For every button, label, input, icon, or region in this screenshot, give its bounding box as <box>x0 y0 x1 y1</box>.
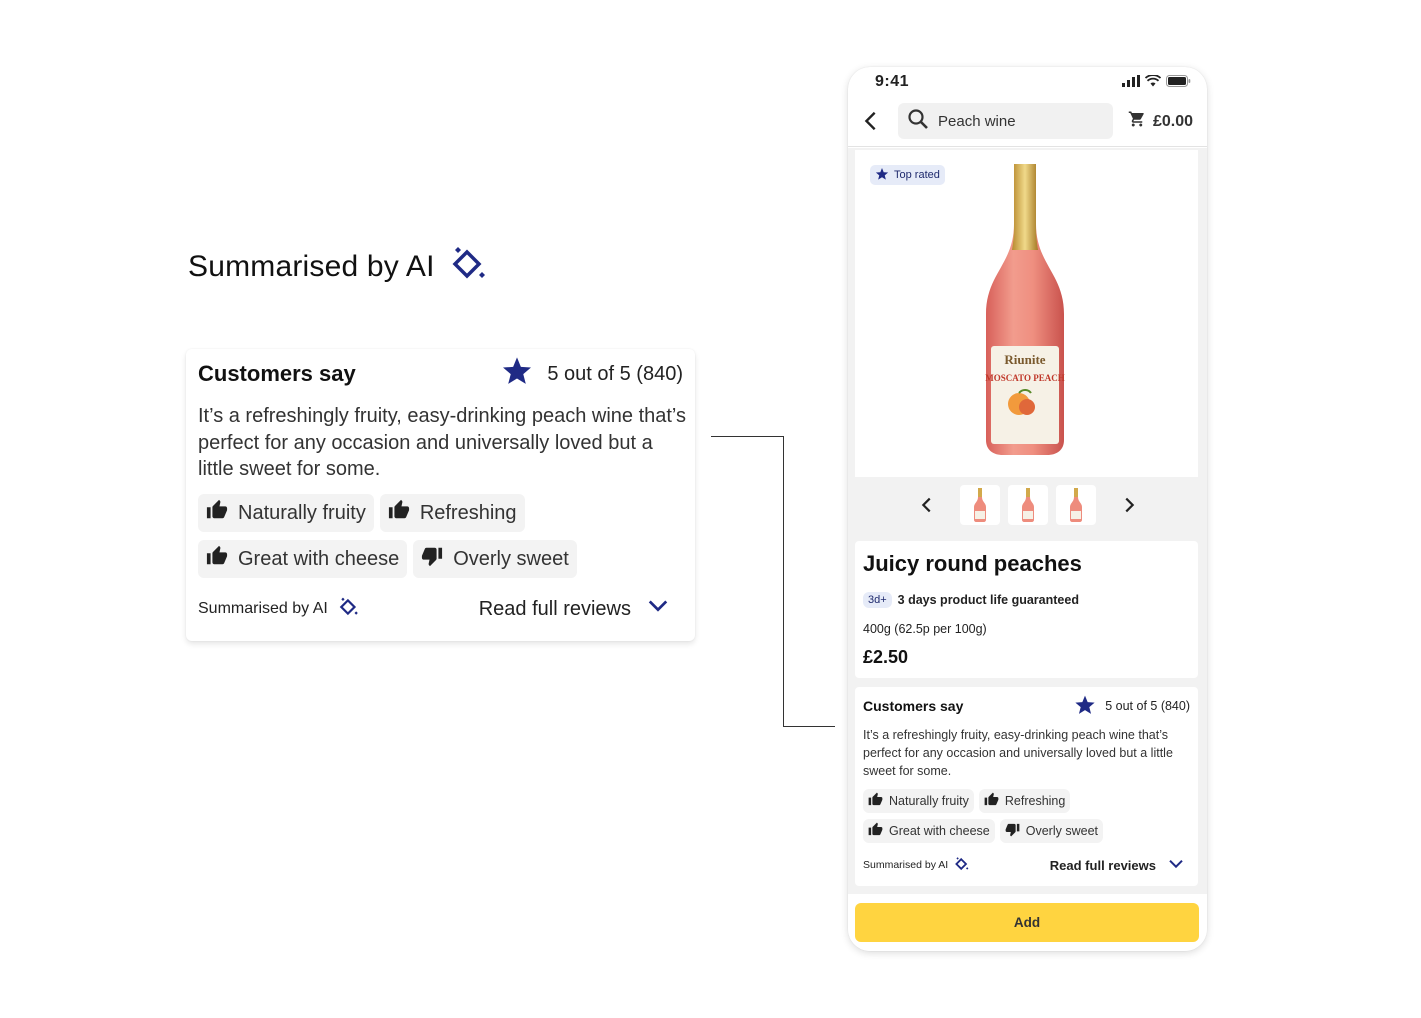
ai-attribution: Summarised by AI <box>863 856 970 875</box>
back-arrow-icon[interactable] <box>860 110 882 132</box>
ai-sparkle-icon <box>449 244 489 289</box>
thumbs-down-icon <box>1005 822 1020 840</box>
chip-label: Refreshing <box>419 501 517 524</box>
review-card-title: Customers say <box>198 361 356 386</box>
chip-label: Great with cheese <box>889 824 990 838</box>
cart-total: £0.00 <box>1152 112 1193 130</box>
carousel-thumbnail[interactable] <box>959 485 1000 525</box>
phone-mockup: 9:41 Peach wine £0.00 Top rated Riunite … <box>848 67 1207 951</box>
chip-label: Overly sweet <box>453 547 569 570</box>
chevron-left-icon[interactable] <box>916 494 938 516</box>
review-summary-card: Customers say 5 out of 5 (840) It’s a re… <box>855 687 1198 886</box>
chip-label: Great with cheese <box>238 547 400 570</box>
chip-naturally-fruity[interactable]: Naturally fruity <box>198 494 374 532</box>
product-price: £2.50 <box>863 647 909 667</box>
chevron-down-icon <box>647 595 669 623</box>
chevron-right-icon[interactable] <box>1118 494 1140 516</box>
review-chips: Naturally fruity Refreshing Great with c… <box>198 494 688 578</box>
ai-sparkle-icon <box>954 856 970 875</box>
connector-line <box>711 436 835 727</box>
top-rated-badge: Top rated <box>870 165 945 185</box>
chip-refreshing[interactable]: Refreshing <box>379 494 525 532</box>
thumbs-up-icon <box>984 792 999 810</box>
carousel-thumbnail[interactable] <box>1007 485 1048 525</box>
status-icons <box>1122 74 1191 92</box>
thumbs-up-icon <box>206 499 228 527</box>
review-card-footer: Summarised by AI Read full reviews <box>863 855 1184 875</box>
chip-great-with-cheese[interactable]: Great with cheese <box>198 540 408 578</box>
cart-icon <box>1128 110 1146 133</box>
chip-label: Refreshing <box>1004 794 1066 808</box>
review-chips: Naturally fruity Refreshing Great with c… <box>863 789 1195 843</box>
bottle-brand-text: Riunite <box>1004 352 1045 367</box>
review-summary-text: It’s a refreshingly fruity, easy-drinkin… <box>198 405 687 480</box>
signal-icon <box>1122 74 1140 92</box>
chip-refreshing[interactable]: Refreshing <box>978 789 1071 813</box>
review-card-header: Customers say 5 out of 5 (840) <box>863 695 1190 717</box>
ai-attribution: Summarised by AI <box>198 596 360 623</box>
wifi-icon <box>1144 74 1162 92</box>
review-summary-text: It’s a refreshingly fruity, easy-drinkin… <box>863 728 1173 778</box>
chip-overly-sweet[interactable]: Overly sweet <box>413 540 577 578</box>
chip-label: Naturally fruity <box>889 794 969 808</box>
read-full-reviews-label: Read full reviews <box>1049 857 1156 873</box>
status-time: 9:41 <box>875 73 910 90</box>
rating-summary: 5 out of 5 (840) <box>1074 694 1190 719</box>
rating-text: 5 out of 5 (840) <box>1105 699 1190 713</box>
chip-overly-sweet[interactable]: Overly sweet <box>999 819 1103 843</box>
image-carousel <box>848 482 1207 528</box>
thumbs-up-icon <box>868 822 883 840</box>
product-info-card: Juicy round peaches 3d+ 3 days product l… <box>855 541 1198 678</box>
thumbs-up-icon <box>868 792 883 810</box>
add-to-basket-bar: Add <box>848 894 1207 951</box>
cart-button[interactable]: £0.00 <box>1128 110 1193 133</box>
product-life-text: 3 days product life guaranteed <box>897 593 1079 607</box>
review-summary-card-enlarged: Customers say 5 out of 5 (840) It’s a re… <box>186 349 695 641</box>
search-icon <box>898 107 930 136</box>
star-icon <box>501 355 533 393</box>
top-navigation: Peach wine £0.00 <box>848 101 1207 147</box>
product-image-area: Top rated Riunite MOSCATO PEACH <box>855 150 1198 477</box>
star-icon <box>875 167 889 184</box>
rating-summary: 5 out of 5 (840) <box>501 355 683 393</box>
chip-label: Overly sweet <box>1025 824 1098 838</box>
read-full-reviews-button[interactable]: Read full reviews <box>1050 856 1184 875</box>
product-name: Juicy round peaches <box>863 551 1082 576</box>
review-card-title: Customers say <box>863 698 964 714</box>
read-full-reviews-button[interactable]: Read full reviews <box>479 595 669 623</box>
product-life-tag: 3d+ <box>863 592 892 608</box>
review-card-footer: Summarised by AI Read full reviews <box>198 595 669 623</box>
ai-sparkle-icon <box>338 596 360 623</box>
chip-label: Naturally fruity <box>238 501 366 524</box>
chevron-down-icon <box>1168 856 1184 875</box>
review-card-header: Customers say 5 out of 5 (840) <box>198 357 683 389</box>
status-bar: 9:41 <box>848 67 1207 97</box>
product-weight: 400g (62.5p per 100g) <box>863 622 987 636</box>
add-button[interactable]: Add <box>855 903 1199 942</box>
thumbs-down-icon <box>421 545 443 573</box>
search-query: Peach wine <box>938 112 1016 130</box>
product-page-content: Top rated Riunite MOSCATO PEACH Juicy ro… <box>848 148 1207 951</box>
rating-text: 5 out of 5 (840) <box>547 362 683 385</box>
chip-naturally-fruity[interactable]: Naturally fruity <box>863 789 974 813</box>
thumbs-up-icon <box>206 545 228 573</box>
thumbs-up-icon <box>388 499 410 527</box>
product-life: 3d+ 3 days product life guaranteed <box>863 592 1079 608</box>
ai-label: Summarised by AI <box>863 859 949 871</box>
hero-title-text: Summarised by AI <box>188 249 435 283</box>
chip-great-with-cheese[interactable]: Great with cheese <box>863 819 995 843</box>
search-input[interactable]: Peach wine <box>898 103 1113 139</box>
read-full-reviews-label: Read full reviews <box>478 597 631 620</box>
star-icon <box>1074 694 1096 719</box>
hero-heading: Summarised by AI <box>188 244 489 289</box>
badge-label: Top rated <box>894 169 940 181</box>
wine-bottle-image: Riunite MOSCATO PEACH <box>985 164 1065 455</box>
bottle-variety-text: MOSCATO PEACH <box>985 373 1064 383</box>
carousel-thumbnail[interactable] <box>1055 485 1096 525</box>
ai-label: Summarised by AI <box>198 600 328 617</box>
battery-icon <box>1166 74 1191 92</box>
